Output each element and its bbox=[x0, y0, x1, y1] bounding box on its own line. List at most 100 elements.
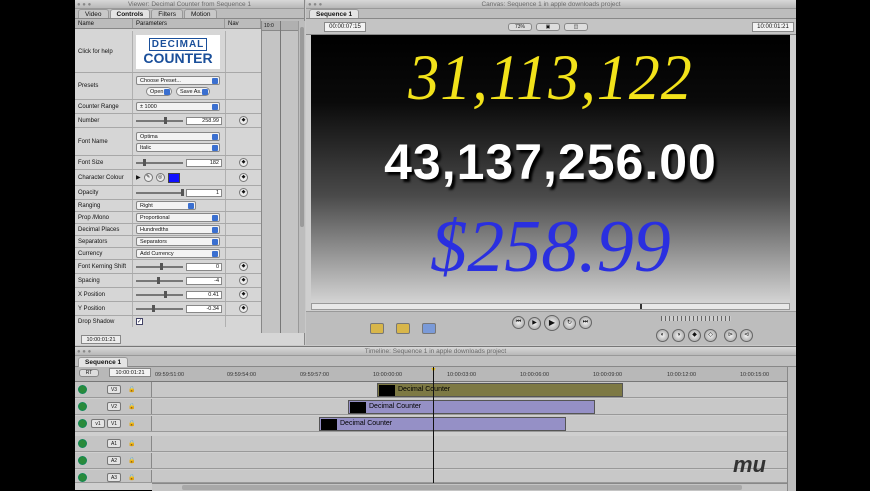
keyframe-button[interactable]: ◆ bbox=[239, 188, 248, 197]
colour-swatch[interactable] bbox=[167, 172, 180, 183]
next-edit-icon[interactable]: ⏭ bbox=[579, 316, 592, 329]
keyframe-button[interactable]: ◆ bbox=[239, 290, 248, 299]
keyframe-button[interactable]: ◆ bbox=[239, 173, 248, 182]
spacing-field[interactable]: -4 bbox=[186, 276, 222, 285]
number-field[interactable]: 258.99 bbox=[186, 116, 222, 125]
lock-icon[interactable]: 🔒 bbox=[128, 474, 135, 481]
view-dropdown[interactable]: ▣ bbox=[536, 23, 560, 31]
timeline-playhead[interactable] bbox=[433, 367, 434, 491]
viewer-titlebar[interactable]: ● ● ● Viewer: Decimal Counter from Sequen… bbox=[75, 0, 304, 9]
opacity-field[interactable]: 1 bbox=[186, 188, 222, 197]
track-label-a2[interactable]: A2 bbox=[107, 456, 121, 465]
tab-motion[interactable]: Motion bbox=[183, 9, 218, 18]
canvas-duration[interactable]: 00:00:07:15 bbox=[324, 22, 366, 32]
overwrite-edit-button[interactable] bbox=[396, 323, 410, 334]
visibility-toggle[interactable] bbox=[78, 419, 87, 428]
tab-sequence-1[interactable]: Sequence 1 bbox=[309, 9, 360, 18]
tab-filters[interactable]: Filters bbox=[151, 9, 183, 18]
visibility-toggle[interactable] bbox=[78, 402, 87, 411]
visibility-toggle[interactable] bbox=[78, 385, 87, 394]
keyframe-button[interactable]: ◆ bbox=[239, 116, 248, 125]
add-marker-icon[interactable]: ◇ bbox=[704, 329, 717, 342]
canvas-timecode[interactable]: 10:00:01:21 bbox=[752, 22, 794, 32]
hue-wheel-icon[interactable]: ◎ bbox=[155, 173, 165, 182]
mark-clip-icon[interactable]: ◑ bbox=[672, 329, 685, 342]
counter-range-select[interactable]: ± 1000 bbox=[136, 102, 220, 111]
font-select[interactable]: Optima bbox=[136, 131, 220, 141]
timeline-titlebar[interactable]: ● ● ● Timeline: Sequence 1 in apple downl… bbox=[75, 347, 796, 356]
eyedropper-icon[interactable]: ✎ bbox=[143, 173, 153, 182]
lock-icon[interactable]: 🔒 bbox=[128, 420, 135, 427]
currency-select[interactable]: Add Currency bbox=[136, 249, 220, 258]
audio-toggle[interactable] bbox=[78, 439, 87, 448]
number-slider[interactable] bbox=[136, 116, 183, 124]
tab-controls[interactable]: Controls bbox=[109, 9, 151, 18]
window-buttons[interactable]: ● ● ● bbox=[308, 1, 322, 10]
viewer-timecode[interactable]: 10:00:01:21 bbox=[81, 335, 121, 344]
track-label-v2[interactable]: V2 bbox=[107, 402, 121, 411]
font-size-slider[interactable] bbox=[136, 158, 183, 166]
play-in-out-icon[interactable]: ▶ bbox=[528, 317, 541, 330]
audio-toggle[interactable] bbox=[78, 456, 87, 465]
lock-icon[interactable]: 🔒 bbox=[128, 386, 135, 393]
lock-icon[interactable]: 🔒 bbox=[128, 440, 135, 447]
spacing-slider[interactable] bbox=[136, 276, 183, 284]
canvas-scrubber[interactable] bbox=[311, 303, 790, 310]
timeline-vscroll[interactable] bbox=[787, 367, 796, 491]
track-label-v3[interactable]: V3 bbox=[107, 385, 121, 394]
prev-edit-icon[interactable]: ⏮ bbox=[512, 316, 525, 329]
font-size-field[interactable]: 182 bbox=[186, 158, 222, 167]
keyframe-button[interactable]: ◆ bbox=[239, 304, 248, 313]
insert-edit-button[interactable] bbox=[370, 323, 384, 334]
separators-select[interactable]: Separators bbox=[136, 237, 220, 246]
track-label-a3[interactable]: A3 bbox=[107, 473, 121, 482]
clip-v1[interactable]: Decimal Counter bbox=[319, 417, 566, 431]
canvas-video[interactable]: 31,113,122 43,137,256.00 $258.99 bbox=[311, 35, 790, 303]
canvas-titlebar[interactable]: ● ● ● Canvas: Sequence 1 in apple downloa… bbox=[306, 0, 796, 9]
click-help-label[interactable]: Click for help bbox=[75, 31, 133, 72]
kerning-field[interactable]: 0 bbox=[186, 262, 222, 271]
zoom-dropdown[interactable]: 73% bbox=[508, 23, 532, 31]
keyframe-button[interactable]: ◆ bbox=[239, 276, 248, 285]
track-label-v1[interactable]: V1 bbox=[107, 419, 121, 428]
jog-control[interactable] bbox=[661, 316, 731, 321]
decimal-counter-logo[interactable]: DECIMAL COUNTER bbox=[136, 34, 220, 69]
xpos-slider[interactable] bbox=[136, 290, 183, 298]
mark-out-icon[interactable]: ⊲ bbox=[740, 329, 753, 342]
preset-select[interactable]: Choose Preset... bbox=[136, 76, 220, 85]
clip-v2[interactable]: Decimal Counter bbox=[348, 400, 595, 414]
lock-icon[interactable]: 🔒 bbox=[128, 457, 135, 464]
xpos-field[interactable]: 0.41 bbox=[186, 290, 222, 299]
keyframe-button[interactable]: ◆ bbox=[239, 158, 248, 167]
viewer-scrollbar[interactable] bbox=[298, 21, 305, 333]
add-keyframe-icon[interactable]: ◆ bbox=[688, 329, 701, 342]
rt-menu[interactable]: RT bbox=[79, 369, 99, 377]
font-style-select[interactable]: Italic bbox=[136, 142, 220, 152]
play-around-icon[interactable]: ↻ bbox=[563, 317, 576, 330]
disclosure-triangle-icon[interactable]: ▶ bbox=[136, 174, 141, 181]
kerning-slider[interactable] bbox=[136, 262, 183, 270]
play-icon[interactable]: ▶ bbox=[544, 315, 560, 331]
audio-toggle[interactable] bbox=[78, 473, 87, 482]
window-buttons[interactable]: ● ● ● bbox=[77, 1, 91, 10]
open-button[interactable]: Open bbox=[146, 87, 172, 96]
ranging-select[interactable]: Right bbox=[136, 201, 196, 210]
timeline-timecode[interactable]: 10:00:01:21 bbox=[109, 368, 151, 377]
opacity-slider[interactable] bbox=[136, 188, 184, 196]
mark-in-icon[interactable]: ⊳ bbox=[724, 329, 737, 342]
match-frame-icon[interactable]: ◐ bbox=[656, 329, 669, 342]
drop-shadow-checkbox[interactable]: ✓ bbox=[136, 318, 143, 325]
replace-edit-button[interactable] bbox=[422, 323, 436, 334]
track-dest-v1[interactable]: v1 bbox=[91, 419, 105, 428]
ypos-field[interactable]: -0.34 bbox=[186, 304, 222, 313]
tab-video[interactable]: Video bbox=[78, 9, 109, 18]
clip-v3[interactable]: Decimal Counter bbox=[377, 383, 623, 397]
prop-mono-select[interactable]: Proportional bbox=[136, 213, 220, 222]
track-label-a1[interactable]: A1 bbox=[107, 439, 121, 448]
keyframe-button[interactable]: ◆ bbox=[239, 262, 248, 271]
decimal-places-select[interactable]: Hundredths bbox=[136, 225, 220, 234]
overlay-dropdown[interactable]: ◫ bbox=[564, 23, 588, 31]
save-as-button[interactable]: Save As... bbox=[176, 87, 210, 96]
ypos-slider[interactable] bbox=[136, 304, 183, 312]
lock-icon[interactable]: 🔒 bbox=[128, 403, 135, 410]
